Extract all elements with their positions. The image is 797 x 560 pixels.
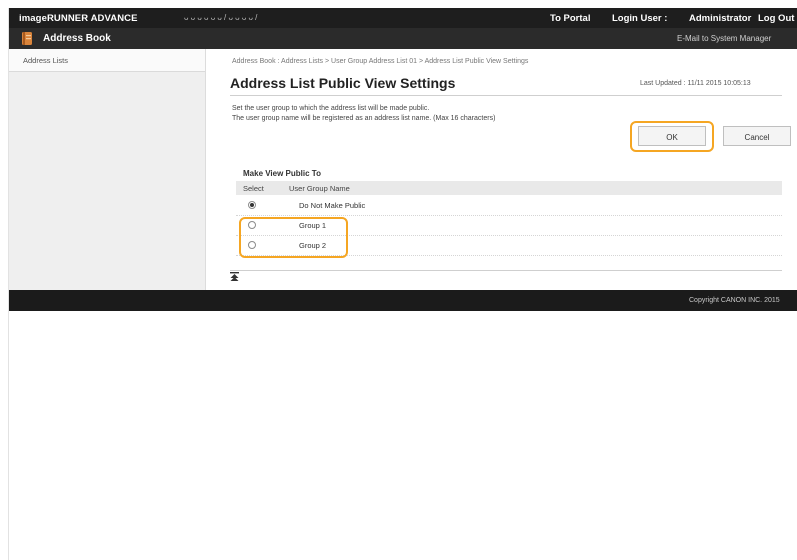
table-row: Group 2 (236, 236, 782, 256)
to-portal-link[interactable]: To Portal (550, 13, 590, 24)
email-system-manager-link[interactable]: E-Mail to System Manager (677, 34, 771, 43)
to-top-icon[interactable] (230, 272, 239, 284)
column-header-select: Select (243, 184, 264, 193)
row-label: Group 2 (299, 241, 327, 250)
product-name: imageRUNNER ADVANCE (19, 13, 138, 24)
column-header-user-group-name: User Group Name (289, 184, 350, 193)
bottom-divider (230, 270, 782, 271)
table-row: Do Not Make Public (236, 196, 782, 216)
top-bar: imageRUNNER ADVANCE ᴗ ᴗ ᴗ ᴗ ᴗ ᴗ / ᴗ ᴗ ᴗ … (9, 8, 797, 28)
cancel-button[interactable]: Cancel (723, 126, 791, 146)
footer: Copyright CANON INC. 2015 (9, 290, 797, 311)
radio-do-not-make-public[interactable] (248, 201, 256, 209)
sidebar: Address Lists (9, 49, 206, 290)
radio-group-2[interactable] (248, 241, 256, 249)
description-line-2: The user group name will be registered a… (232, 115, 496, 122)
row-label: Group 1 (299, 221, 327, 230)
table-header: Select User Group Name (236, 181, 782, 195)
description: Set the user group to which the address … (232, 104, 495, 124)
app-header: Address Book E-Mail to System Manager (9, 28, 797, 49)
main-content: Address Book : Address Lists > User Grou… (206, 49, 797, 290)
title-divider (230, 95, 782, 96)
logout-link[interactable]: Log Out (758, 13, 794, 24)
sidebar-item-address-lists[interactable]: Address Lists (9, 49, 205, 72)
table-row: Group 1 (236, 216, 782, 236)
section-heading: Make View Public To (243, 169, 321, 178)
address-book-icon (20, 31, 34, 46)
radio-group-1[interactable] (248, 221, 256, 229)
row-label: Do Not Make Public (299, 201, 366, 210)
login-user-name: Administrator (689, 13, 752, 24)
device-name: ᴗ ᴗ ᴗ ᴗ ᴗ ᴗ / ᴗ ᴗ ᴗ ᴗ / (184, 13, 258, 22)
ok-button[interactable]: OK (638, 126, 706, 146)
copyright: Copyright CANON INC. 2015 (689, 297, 780, 304)
app-window: imageRUNNER ADVANCE ᴗ ᴗ ᴗ ᴗ ᴗ ᴗ / ᴗ ᴗ ᴗ … (8, 8, 797, 560)
description-line-1: Set the user group to which the address … (232, 105, 430, 112)
page-title: Address List Public View Settings (230, 75, 456, 91)
breadcrumb: Address Book : Address Lists > User Grou… (232, 58, 529, 65)
login-user-label: Login User : (612, 13, 668, 24)
app-title: Address Book (43, 33, 111, 44)
last-updated: Last Updated : 11/11 2015 10:05:13 (640, 80, 751, 87)
sidebar-item-label: Address Lists (23, 56, 69, 65)
